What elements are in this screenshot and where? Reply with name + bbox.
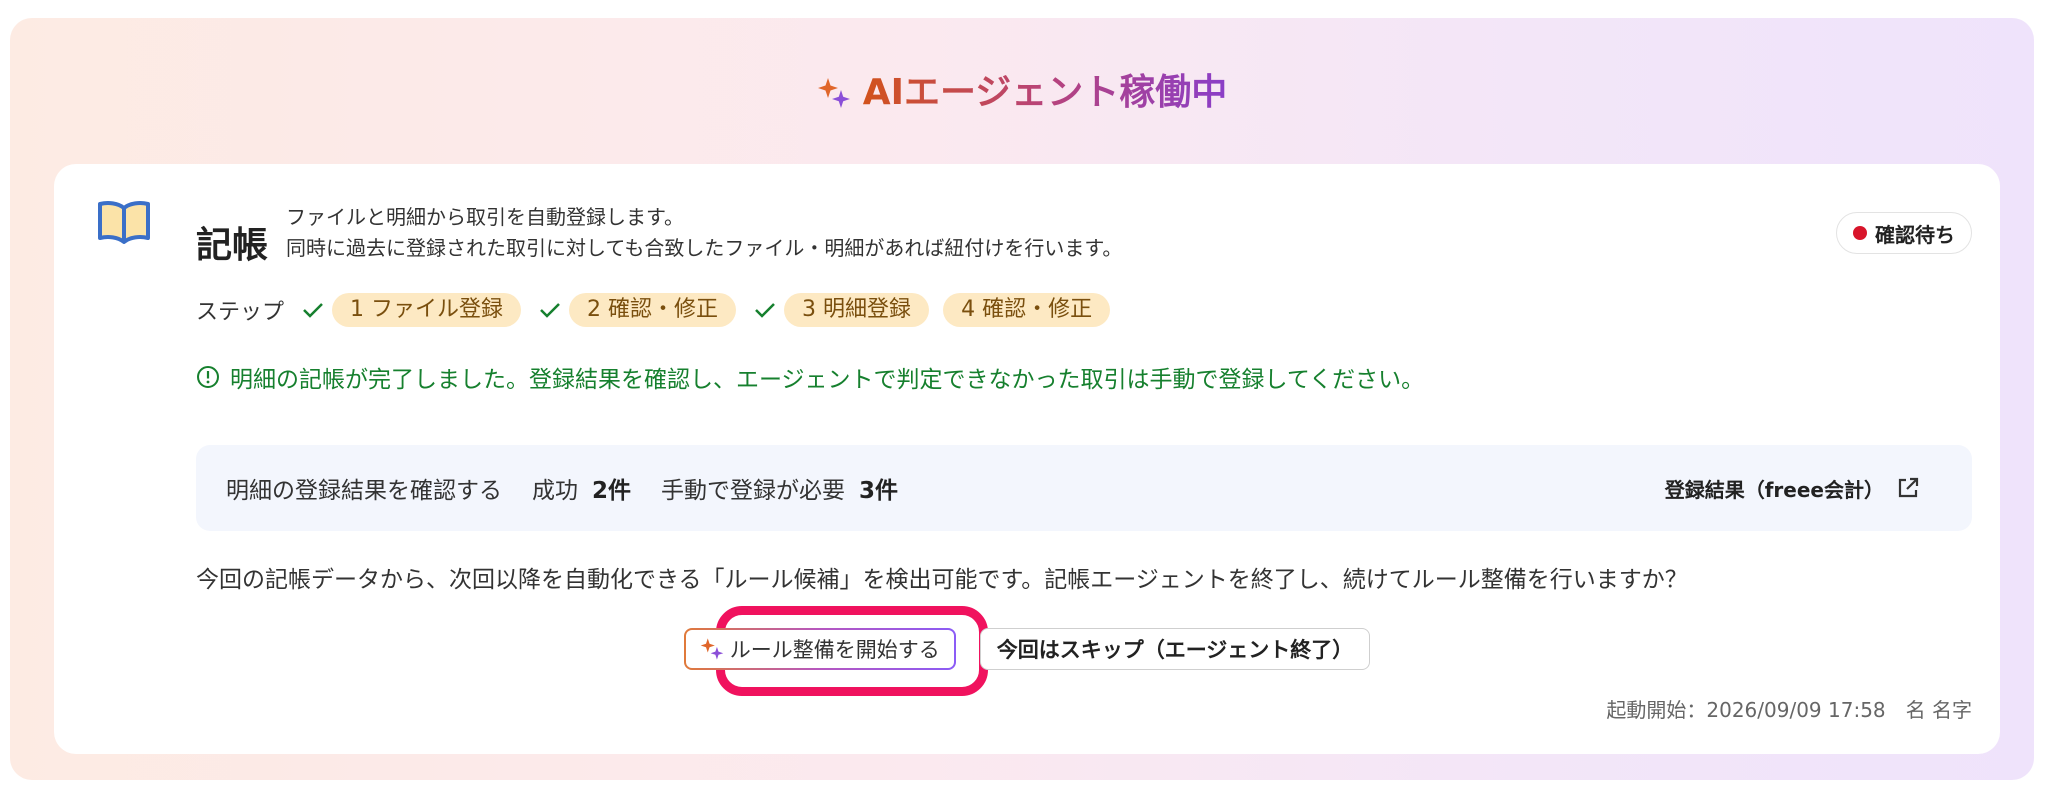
skip-button[interactable]: 今回はスキップ（エージェント終了） <box>979 628 1371 670</box>
check-icon <box>540 303 560 318</box>
sparkle-icon <box>817 78 850 108</box>
status-label: 確認待ち <box>1875 222 1955 247</box>
completion-notice: 明細の記帳が完了しました。登録結果を確認し、エージェントで判定できなかった取引は… <box>196 360 1424 394</box>
manual-label: 手動で登録が必要 <box>661 478 846 504</box>
check-icon <box>303 303 323 318</box>
step-pill: 1 ファイル登録 <box>332 293 522 327</box>
rule-question: 今回の記帳データから、次回以降を自動化できる「ルール候補」を検出可能です。記帳エ… <box>196 567 1688 593</box>
step-pill: 2 確認・修正 <box>569 293 737 327</box>
external-link-icon <box>1898 477 1919 498</box>
results-link-label: 登録結果（freee会計） <box>1664 477 1884 502</box>
agent-banner: AIエージェント稼働中 <box>10 68 2034 124</box>
results-summary: 明細の登録結果を確認する 成功 2件 手動で登録が必要 3件 登録結果（free… <box>196 445 1972 531</box>
info-circle-icon <box>197 366 219 388</box>
step-pill: 4 確認・修正 <box>943 293 1111 327</box>
card-description: ファイルと明細から取引を自動登録します。 同時に過去に登録された取引に対しても合… <box>286 202 1122 264</box>
status-badge: 確認待ち <box>1836 212 1972 254</box>
steps-label: ステップ <box>196 300 285 325</box>
success-count: 2件 <box>592 478 632 504</box>
notice-text: 明細の記帳が完了しました。登録結果を確認し、エージェントで判定できなかった取引は… <box>230 367 1425 393</box>
start-rule-setup-button[interactable]: ルール整備を開始する <box>684 628 956 670</box>
check-icon <box>755 303 775 318</box>
banner-title: AIエージェント稼働中 <box>863 68 1228 118</box>
description-line: ファイルと明細から取引を自動登録します。 <box>286 205 684 229</box>
sparkle-icon <box>700 638 723 660</box>
status-dot-icon <box>1853 226 1867 240</box>
results-label: 明細の登録結果を確認する <box>226 478 502 504</box>
start-timestamp: 起動開始：2026/09/09 17:58 名 名字 <box>1606 698 1972 722</box>
book-icon <box>98 201 150 244</box>
action-buttons: ルール整備を開始する 今回はスキップ（エージェント終了） <box>54 604 2000 670</box>
step-progress: ステップ 1 ファイル登録 2 確認・修正 3 明細登録 4 確認・修正 <box>196 292 1124 328</box>
agent-panel: AIエージェント稼働中 記帳 ファイルと明細から取引を自動登録します。 同時に過… <box>10 18 2034 780</box>
success-label: 成功 <box>532 478 578 504</box>
step-pill: 3 明細登録 <box>784 293 930 327</box>
primary-button-label: ルール整備を開始する <box>729 639 940 662</box>
manual-count: 3件 <box>859 478 899 504</box>
bookkeeping-card: 記帳 ファイルと明細から取引を自動登録します。 同時に過去に登録された取引に対し… <box>54 164 2000 754</box>
card-title: 記帳 <box>196 225 269 266</box>
results-link[interactable]: 登録結果（freee会計） <box>1665 445 1920 531</box>
description-line: 同時に過去に登録された取引に対しても合致したファイル・明細があれば紐付けを行いま… <box>286 236 1123 260</box>
